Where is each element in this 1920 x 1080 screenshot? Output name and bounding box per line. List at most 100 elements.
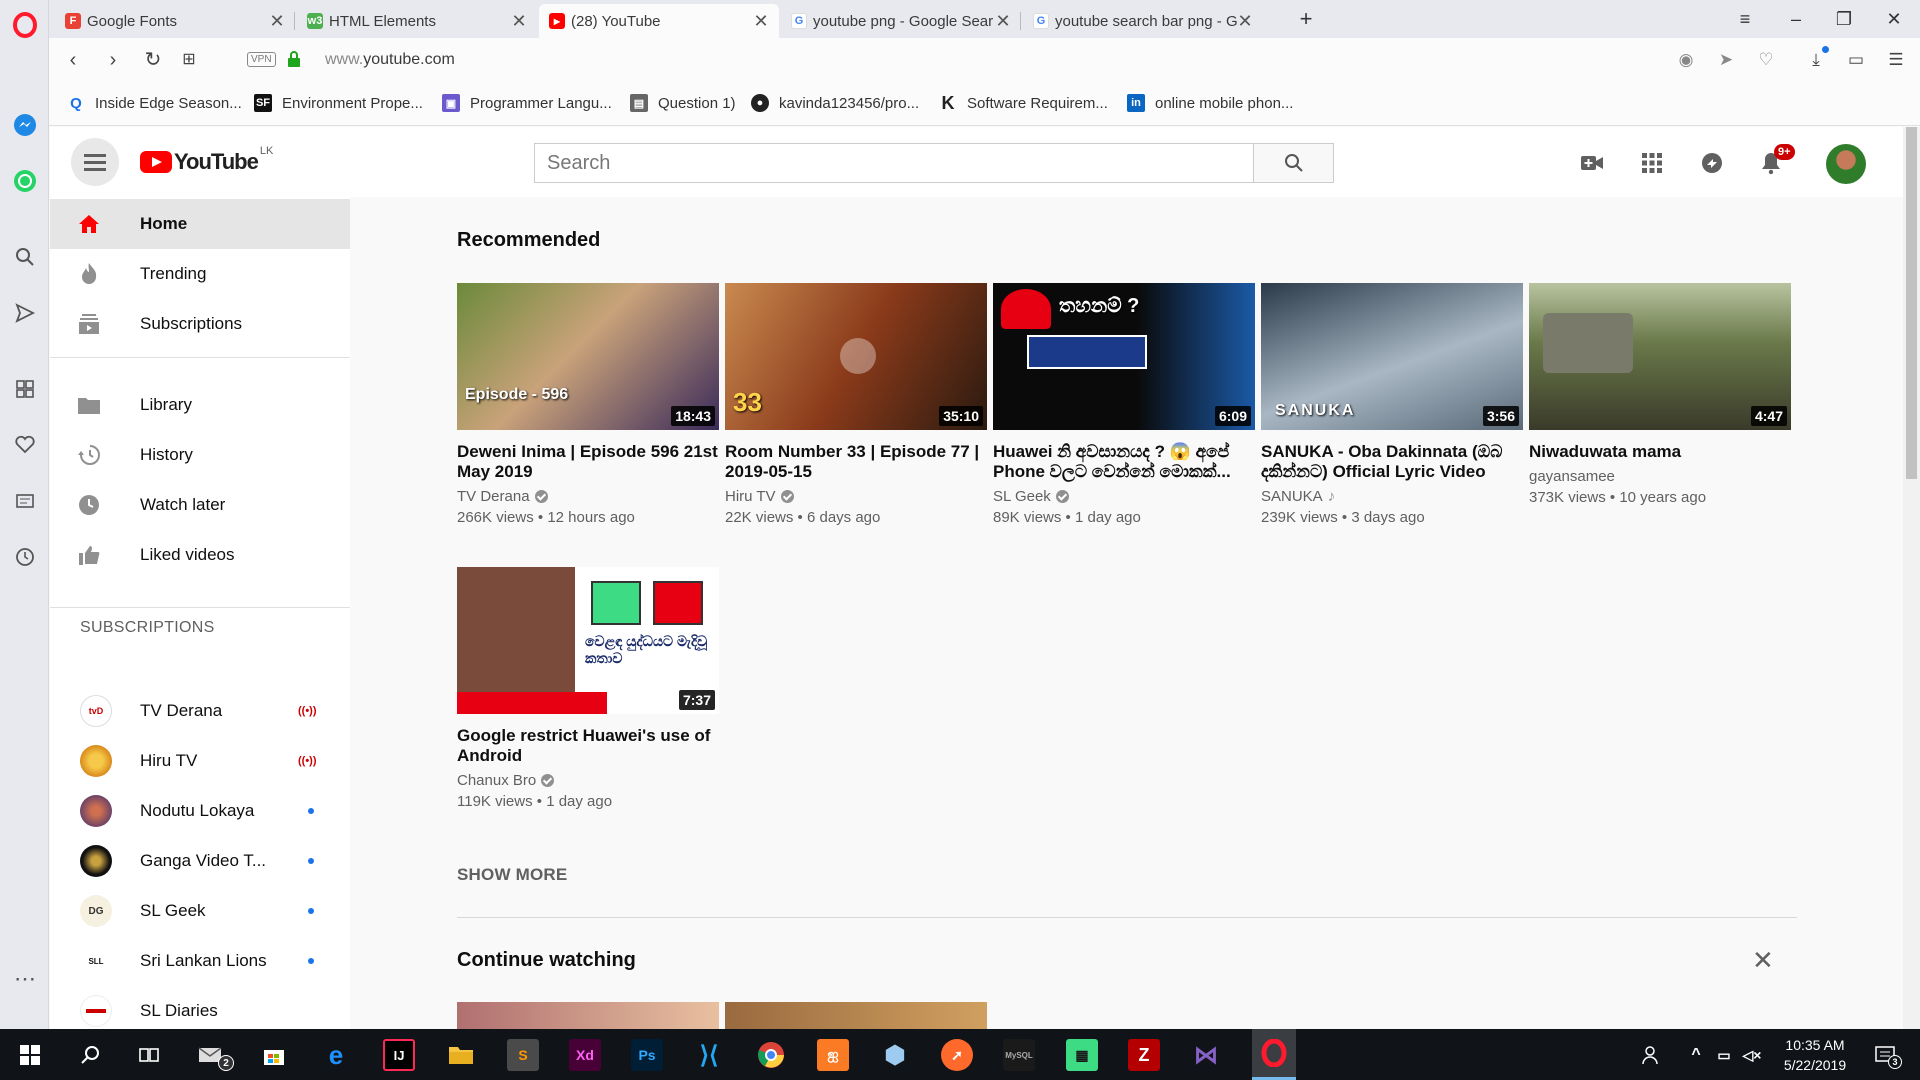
tabs-grid-icon[interactable]: ⊞ <box>175 46 203 74</box>
close-tab-icon[interactable]: ✕ <box>511 11 527 32</box>
video-thumbnail[interactable]: වෙළඳ යුද්ධයට මැදිවූ කතාව 7:37 <box>457 567 719 714</box>
bookmark-item[interactable]: ▤ Question 1) <box>630 94 736 112</box>
video-title[interactable]: Deweni Inima | Episode 596 21st May 2019 <box>457 442 719 482</box>
intellij-icon[interactable]: IJ <box>383 1039 415 1071</box>
subscription-item-tv-derana[interactable]: tvD TV Derana ((•)) <box>50 686 350 736</box>
channel-name-row[interactable]: gayansamee <box>1529 468 1791 485</box>
speed-dial-icon[interactable] <box>12 376 38 402</box>
video-card[interactable]: තහනම් ? 6:09 Huawei නි අවසානයද ? 😱 අපේ P… <box>993 283 1255 526</box>
xampp-icon[interactable]: ஐ <box>817 1039 849 1071</box>
guide-item-library[interactable]: Library <box>50 380 350 430</box>
search-button[interactable] <box>1254 143 1334 183</box>
close-tab-icon[interactable]: ✕ <box>753 11 769 32</box>
guide-item-home[interactable]: Home <box>50 199 350 249</box>
tab-youtube-png[interactable]: G youtube png - Google Sear ✕ <box>781 4 1021 38</box>
video-thumbnail[interactable]: Episode - 596 18:43 <box>457 283 719 430</box>
bookmark-item[interactable]: K Software Requirem... <box>939 93 1108 113</box>
search-input[interactable] <box>535 144 1253 182</box>
video-card[interactable]: 4:47 Niwaduwata mama gayansamee 373K vie… <box>1529 283 1791 506</box>
bookmark-item[interactable]: ▣ Programmer Langu... <box>442 94 612 112</box>
mysql-workbench-icon[interactable]: MySQL <box>1003 1039 1035 1071</box>
video-thumbnail[interactable]: තහනම් ? 6:09 <box>993 283 1255 430</box>
create-video-icon[interactable] <box>1578 149 1606 177</box>
opera-logo-icon[interactable] <box>12 12 38 38</box>
volume-icon[interactable]: ◁× <box>1736 1039 1768 1071</box>
chrome-icon[interactable] <box>755 1039 787 1071</box>
adobe-xd-icon[interactable]: Xd <box>569 1039 601 1071</box>
guide-item-liked-videos[interactable]: Liked videos <box>50 530 350 580</box>
close-tab-icon[interactable]: ✕ <box>269 11 285 32</box>
search-icon[interactable] <box>12 244 38 270</box>
continue-watching-thumbnail[interactable] <box>457 1002 719 1029</box>
tab-menu-icon[interactable]: ≡ <box>1730 6 1760 32</box>
edge-icon[interactable]: e <box>320 1039 352 1071</box>
send-tab-icon[interactable]: ➤ <box>1714 50 1738 72</box>
opera-taskbar-icon[interactable] <box>1252 1029 1296 1080</box>
video-title[interactable]: SANUKA - Oba Dakinnata (ඔබ දකින්නට) Offi… <box>1261 442 1523 482</box>
video-title[interactable]: Huawei නි අවසානයද ? 😱 අපේ Phone වලට වෙන්… <box>993 442 1255 482</box>
guide-item-trending[interactable]: Trending <box>50 249 350 299</box>
news-icon[interactable] <box>12 488 38 514</box>
video-title[interactable]: Google restrict Huawei's use of Android <box>457 726 719 766</box>
android-studio-icon[interactable]: ▦ <box>1066 1039 1098 1071</box>
send-icon[interactable] <box>12 300 38 326</box>
messages-icon[interactable] <box>1698 149 1726 177</box>
bookmark-item[interactable]: ● kavinda123456/pro... <box>751 94 919 112</box>
easy-setup-icon[interactable]: ☰ <box>1884 50 1908 72</box>
postman-icon[interactable]: ➚ <box>941 1039 973 1071</box>
bookmark-item[interactable]: in online mobile phon... <box>1127 94 1293 112</box>
heart-icon[interactable] <box>12 432 38 458</box>
windows-start-icon[interactable] <box>14 1039 46 1071</box>
back-icon[interactable]: ‹ <box>59 46 87 74</box>
task-view-icon[interactable] <box>133 1039 165 1071</box>
continue-watching-thumbnail[interactable] <box>725 1002 987 1029</box>
close-icon[interactable]: ✕ <box>1752 945 1774 976</box>
youtube-logo[interactable]: YouTube LK <box>140 145 273 175</box>
search-icon[interactable] <box>74 1039 106 1071</box>
file-explorer-icon[interactable] <box>445 1039 477 1071</box>
store-icon[interactable] <box>258 1039 290 1071</box>
restore-icon[interactable]: ❐ <box>1829 6 1859 32</box>
taskbar-clock[interactable]: 10:35 AM 5/22/2019 <box>1765 1035 1865 1075</box>
filezilla-icon[interactable]: Z <box>1128 1039 1160 1071</box>
sublime-text-icon[interactable]: S <box>507 1039 539 1071</box>
vpn-badge[interactable]: VPN <box>247 52 276 67</box>
minimize-icon[interactable]: – <box>1781 6 1811 32</box>
visual-studio-icon[interactable]: ⋈ <box>1190 1039 1222 1071</box>
subscription-item-nodutu-lokaya[interactable]: Nodutu Lokaya <box>50 786 350 836</box>
mail-icon[interactable]: 2 <box>196 1039 234 1071</box>
video-thumbnail[interactable]: SANUKA 3:56 <box>1261 283 1523 430</box>
video-card[interactable]: 33 35:10 Room Number 33 | Episode 77 | 2… <box>725 283 987 526</box>
subscription-item-sri-lankan-lions[interactable]: SLL Sri Lankan Lions <box>50 936 350 986</box>
close-tab-icon[interactable]: ✕ <box>1237 11 1253 32</box>
video-card[interactable]: වෙළඳ යුද්ධයට මැදිවූ කතාව 7:37 Google res… <box>457 567 719 810</box>
new-tab-icon[interactable]: + <box>1291 6 1321 32</box>
video-thumbnail[interactable]: 4:47 <box>1529 283 1791 430</box>
close-tab-icon[interactable]: ✕ <box>995 11 1011 32</box>
channel-name-row[interactable]: SANUKA ♪ <box>1261 488 1523 505</box>
channel-name-row[interactable]: SL Geek <box>993 488 1255 505</box>
guide-item-history[interactable]: History <box>50 430 350 480</box>
virtualbox-icon[interactable]: ⬢ <box>879 1039 911 1071</box>
bookmark-item[interactable]: SF Environment Prope... <box>254 94 423 112</box>
video-title[interactable]: Room Number 33 | Episode 77 | 2019-05-15 <box>725 442 987 482</box>
scrollbar-thumb[interactable] <box>1906 127 1917 479</box>
snapshot-icon[interactable]: ◉ <box>1674 50 1698 72</box>
whatsapp-icon[interactable] <box>12 168 38 194</box>
subscription-item-sl-geek[interactable]: DG SL Geek <box>50 886 350 936</box>
tab-html-elements[interactable]: w3 HTML Elements ✕ <box>297 4 537 38</box>
guide-item-watch-later[interactable]: Watch later <box>50 480 350 530</box>
action-center-icon[interactable]: 3 <box>1870 1039 1902 1071</box>
guide-item-subscriptions[interactable]: Subscriptions <box>50 299 350 349</box>
channel-name-row[interactable]: Hiru TV <box>725 488 987 505</box>
reload-icon[interactable]: ↻ <box>139 46 167 74</box>
apps-icon[interactable] <box>1638 149 1666 177</box>
channel-name-row[interactable]: TV Derana <box>457 488 719 505</box>
forward-icon[interactable]: › <box>99 46 127 74</box>
subscription-item-sl-diaries[interactable]: SL Diaries <box>50 986 350 1029</box>
subscription-item-hiru-tv[interactable]: Hiru TV ((•)) <box>50 736 350 786</box>
download-icon[interactable]: ⤓ <box>1804 46 1829 72</box>
vscode-icon[interactable]: ⟩⟨ <box>693 1039 725 1071</box>
page-scrollbar[interactable] <box>1903 127 1920 1029</box>
url-field[interactable]: www.youtube.com <box>325 51 455 69</box>
